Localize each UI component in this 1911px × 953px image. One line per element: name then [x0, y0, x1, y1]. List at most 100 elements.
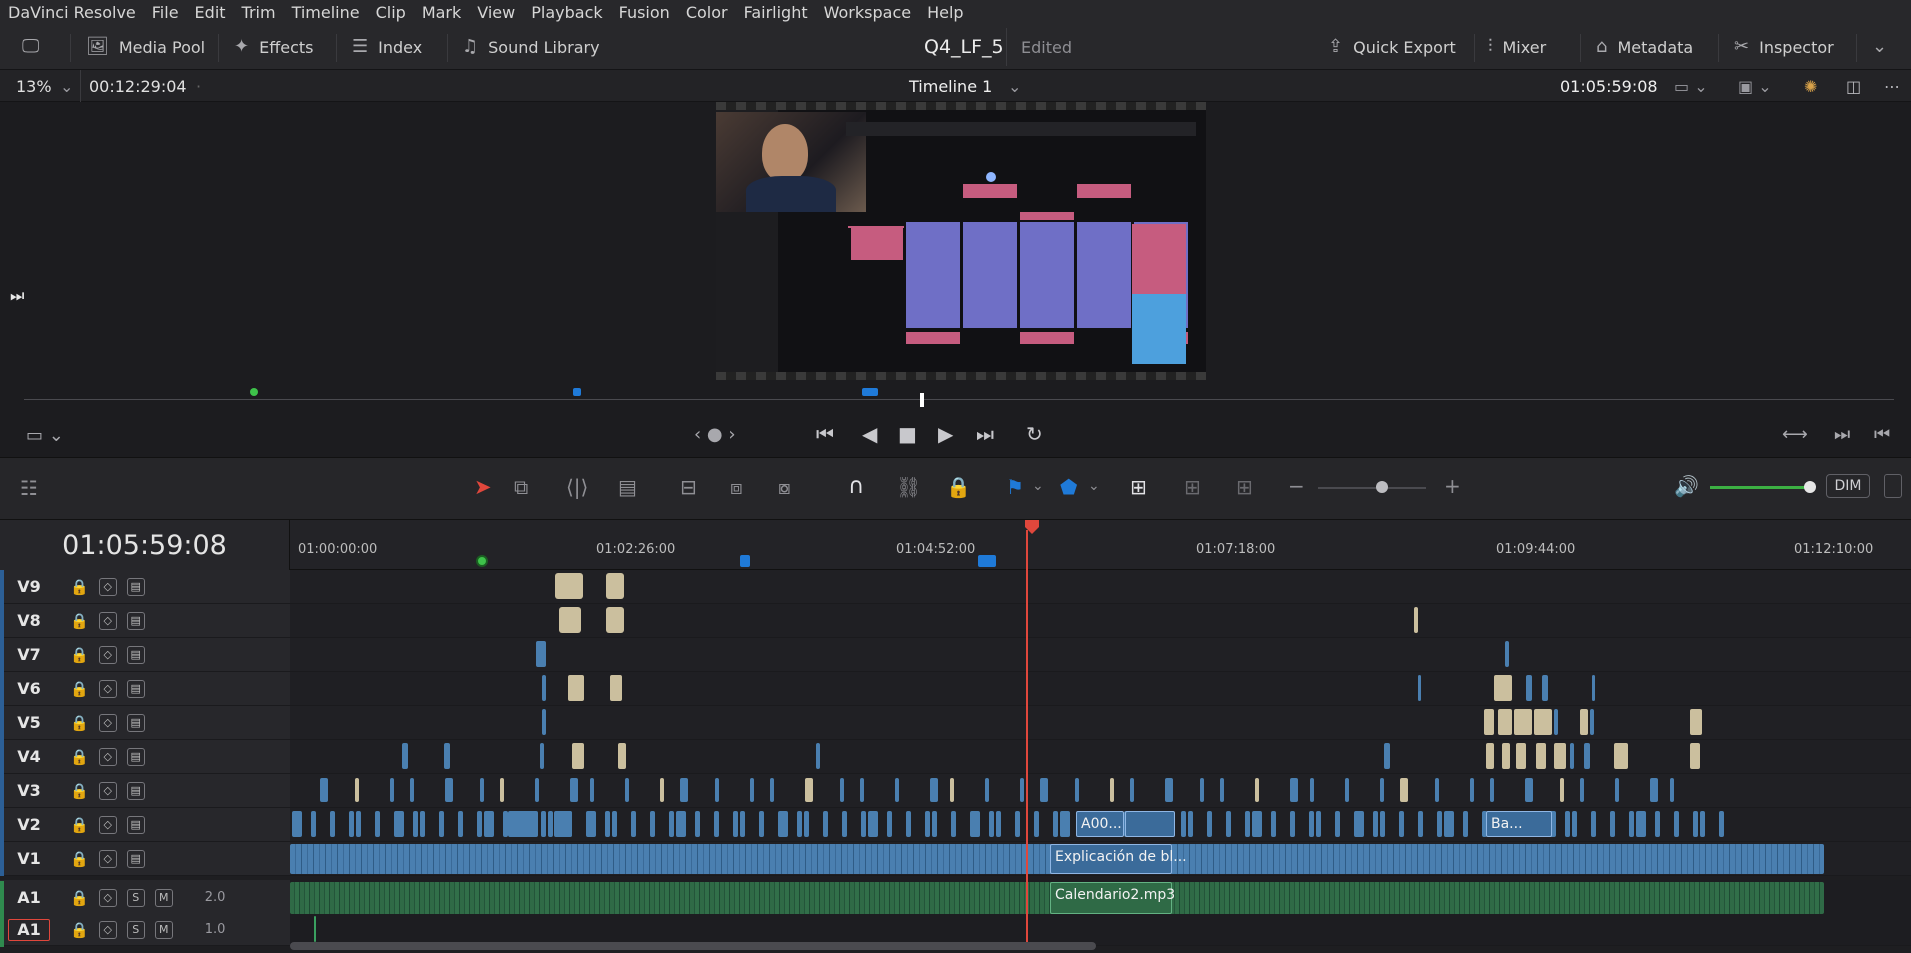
- video-clip[interactable]: [311, 811, 316, 837]
- video-clip[interactable]: [1399, 811, 1404, 837]
- video-clip[interactable]: [1060, 811, 1070, 837]
- video-clip[interactable]: [605, 811, 610, 837]
- quick-export-button[interactable]: ⇪ Quick Export: [1328, 24, 1456, 70]
- video-clip[interactable]: [375, 811, 380, 837]
- video-enable-icon[interactable]: ▤: [126, 611, 145, 630]
- auto-select-icon[interactable]: ◇: [98, 747, 117, 766]
- video-clip[interactable]: [906, 811, 911, 837]
- index-button[interactable]: ☰ Index: [352, 24, 422, 70]
- video-clip[interactable]: [1354, 811, 1364, 837]
- chevron-down-icon[interactable]: ⌄: [60, 70, 73, 102]
- zoom-detail-icon[interactable]: ⊞: [1184, 475, 1201, 499]
- track-header-v9[interactable]: V9 🔒 ◇ ▤: [0, 569, 290, 604]
- selection-tool-icon[interactable]: ➤: [474, 475, 492, 499]
- video-clip[interactable]: [989, 811, 994, 837]
- video-clip[interactable]: [631, 811, 636, 837]
- track-header-audio-2[interactable]: A1 🔒 ◇ S M 1.0: [0, 912, 290, 947]
- metadata-button[interactable]: ⌂ Metadata: [1596, 24, 1693, 70]
- video-clip[interactable]: [797, 811, 802, 837]
- video-clip[interactable]: [1181, 811, 1186, 837]
- video-clip[interactable]: [996, 811, 1001, 837]
- timeline-ruler[interactable]: 01:00:00:00 01:02:26:00 01:04:52:00 01:0…: [290, 520, 1911, 570]
- video-enable-icon[interactable]: ▤: [126, 849, 145, 868]
- video-clip[interactable]: [1034, 811, 1039, 837]
- lock-icon[interactable]: 🔒: [70, 680, 89, 698]
- marker-green-icon[interactable]: [250, 388, 258, 396]
- menu-help[interactable]: Help: [919, 3, 971, 22]
- stop-icon[interactable]: ■: [898, 422, 917, 446]
- clip[interactable]: [1290, 778, 1298, 802]
- overwrite-clip-icon[interactable]: ⧈: [730, 475, 743, 499]
- auto-select-icon[interactable]: ◇: [98, 645, 117, 664]
- clip[interactable]: [355, 778, 359, 802]
- clip[interactable]: [1570, 743, 1574, 769]
- clip[interactable]: [1650, 778, 1658, 802]
- auto-select-icon[interactable]: ◇: [98, 781, 117, 800]
- clip[interactable]: [1040, 778, 1048, 802]
- volume-icon[interactable]: 🔊: [1674, 474, 1699, 498]
- clip[interactable]: [680, 778, 688, 802]
- transform-icon[interactable]: ▭ ⌄: [26, 425, 64, 446]
- video-clip[interactable]: [1463, 811, 1468, 837]
- track-lane-v6[interactable]: [290, 672, 1911, 706]
- zoom-slider[interactable]: [1318, 487, 1426, 489]
- video-clip[interactable]: [1245, 811, 1250, 837]
- clip[interactable]: [840, 778, 844, 802]
- clip[interactable]: [542, 709, 546, 735]
- insert-clip-icon[interactable]: ⊟: [680, 475, 697, 499]
- video-clip[interactable]: [669, 811, 674, 837]
- zoom-out-icon[interactable]: −: [1288, 474, 1305, 498]
- lock-icon[interactable]: 🔒: [70, 816, 89, 834]
- jog-control-icon[interactable]: ‹ ● ›: [694, 424, 736, 445]
- clip[interactable]: [1494, 675, 1512, 701]
- clip[interactable]: [985, 778, 989, 802]
- hq-icon[interactable]: ▣ ⌄: [1738, 70, 1772, 102]
- clip[interactable]: [1220, 778, 1224, 802]
- clip[interactable]: [1502, 743, 1510, 769]
- lock-icon[interactable]: 🔒: [70, 646, 89, 664]
- play-icon[interactable]: ▶: [938, 422, 953, 446]
- clip-transition[interactable]: [1125, 811, 1175, 837]
- video-clip[interactable]: [868, 811, 878, 837]
- video-clip[interactable]: [1629, 811, 1634, 837]
- replace-clip-icon[interactable]: ⧇: [778, 475, 791, 499]
- clip[interactable]: [1200, 778, 1204, 802]
- still-clip[interactable]: [555, 573, 583, 599]
- clip[interactable]: [1075, 778, 1079, 802]
- clip[interactable]: [618, 743, 626, 769]
- menu-app[interactable]: DaVinci Resolve: [0, 3, 144, 22]
- playhead[interactable]: [1026, 530, 1028, 948]
- audio-clip-calendario[interactable]: Calendario2.mp3: [1050, 882, 1175, 914]
- video-clip[interactable]: [1380, 811, 1385, 837]
- video-clip[interactable]: [1271, 811, 1276, 837]
- clip[interactable]: [535, 778, 539, 802]
- video-clip[interactable]: [650, 811, 655, 837]
- video-enable-icon[interactable]: ▤: [126, 815, 145, 834]
- lock-icon[interactable]: 🔒: [70, 921, 89, 939]
- clip[interactable]: [568, 675, 584, 701]
- clip[interactable]: [1130, 778, 1134, 802]
- mute-button[interactable]: M: [154, 888, 173, 907]
- loop-icon[interactable]: ↻: [1026, 422, 1043, 446]
- clip[interactable]: [610, 675, 622, 701]
- clip[interactable]: [1418, 675, 1421, 701]
- clip[interactable]: [660, 778, 664, 802]
- auto-select-icon[interactable]: ◇: [98, 611, 117, 630]
- zoom-level[interactable]: 13%: [16, 70, 52, 102]
- menu-file[interactable]: File: [144, 3, 187, 22]
- clip[interactable]: [1690, 743, 1700, 769]
- clip[interactable]: [625, 778, 629, 802]
- blade-tool-icon[interactable]: ▤: [618, 475, 637, 499]
- clip[interactable]: [1536, 743, 1546, 769]
- video-clip[interactable]: [484, 811, 494, 837]
- video-clip[interactable]: [759, 811, 764, 837]
- auto-select-icon[interactable]: ◇: [98, 679, 117, 698]
- video-clip[interactable]: [676, 811, 686, 837]
- clip[interactable]: [572, 743, 584, 769]
- timeline-scrollbar[interactable]: [290, 942, 1096, 950]
- clip[interactable]: [1470, 778, 1474, 802]
- clip[interactable]: [1580, 778, 1584, 802]
- clip[interactable]: [1310, 778, 1314, 802]
- video-clip-ba[interactable]: Ba...: [1486, 811, 1552, 837]
- clip[interactable]: [1584, 743, 1590, 769]
